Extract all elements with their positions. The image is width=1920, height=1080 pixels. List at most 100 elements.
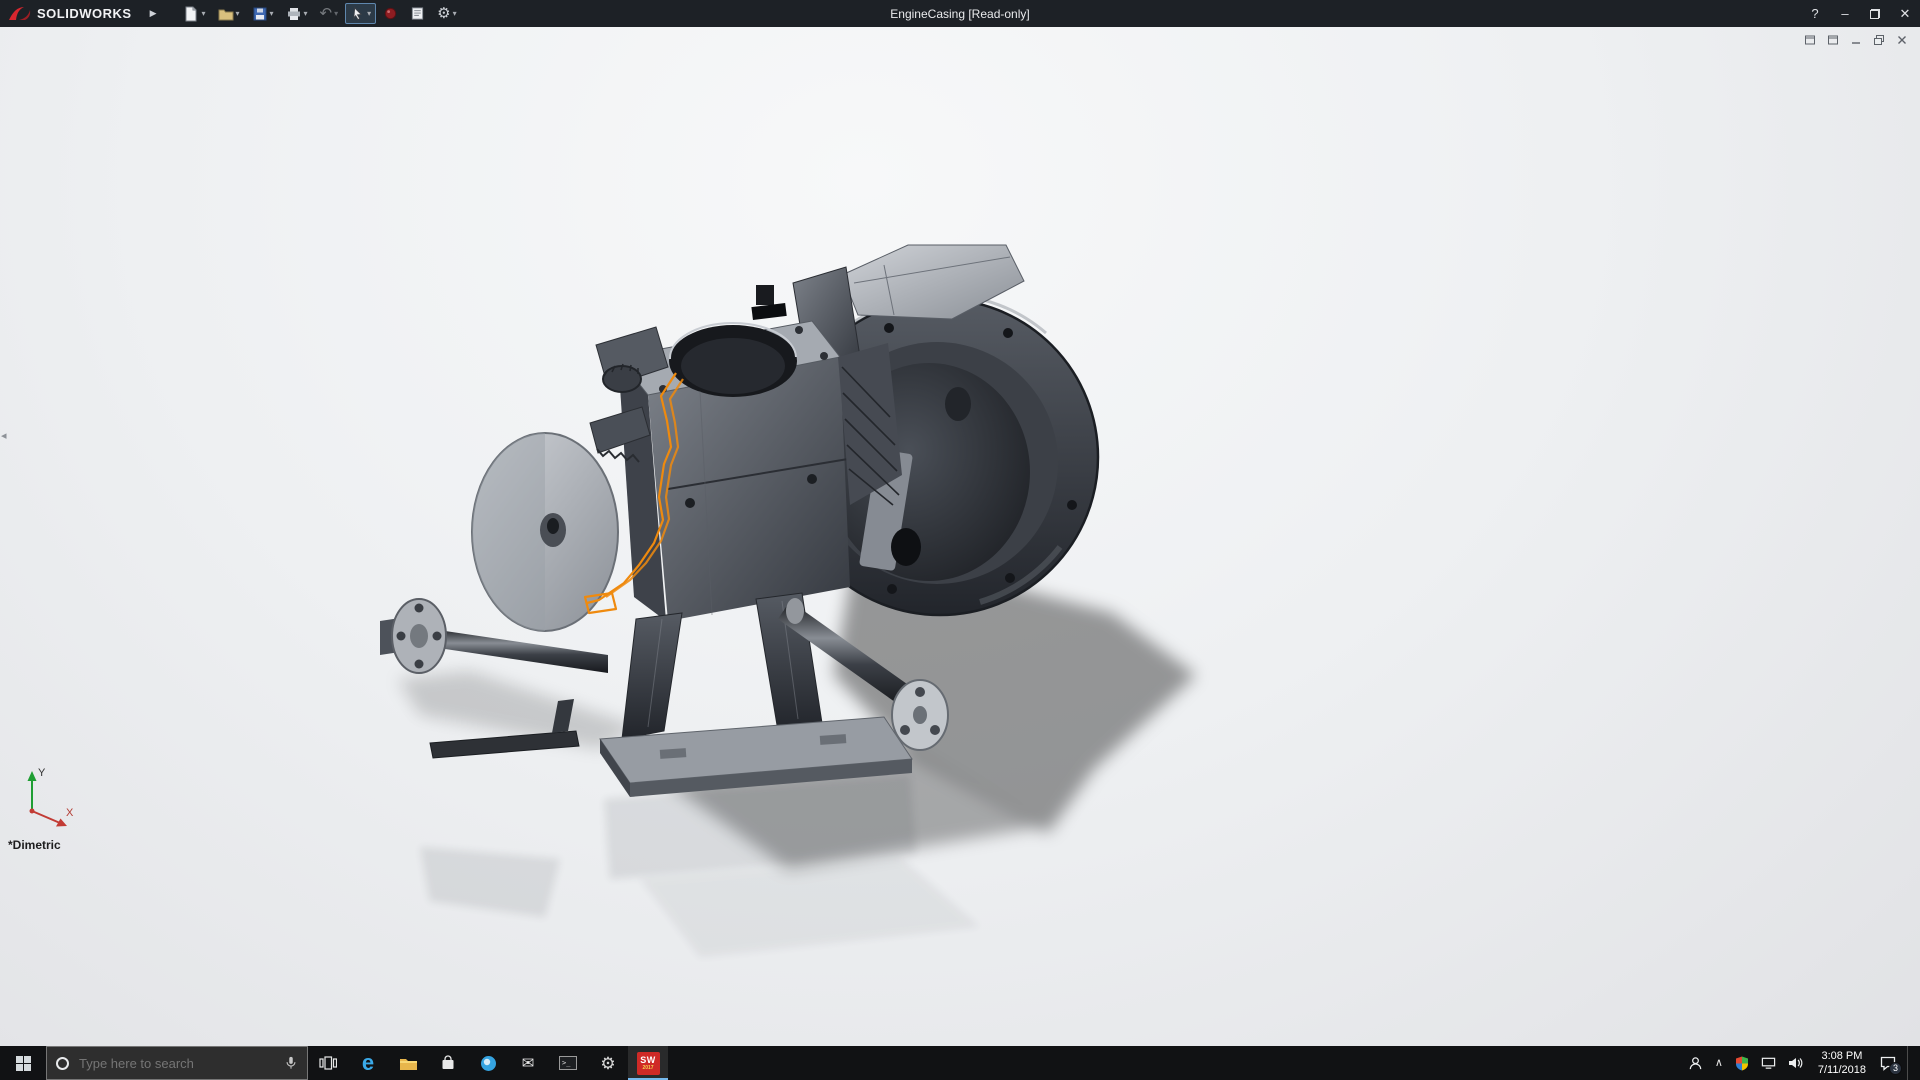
document-minimize-icon: [1852, 41, 1860, 44]
clock[interactable]: 3:08 PM 7/11/2018: [1815, 1049, 1869, 1078]
store-bag-icon: [442, 1055, 454, 1069]
save-button[interactable]: ▾: [247, 3, 279, 25]
solidworks-taskbar-button[interactable]: SW 2017: [628, 1046, 668, 1080]
triad-z-axis[interactable]: [29, 808, 35, 814]
select-cursor-icon: [353, 6, 363, 21]
document-window-button[interactable]: [1802, 32, 1818, 47]
minimize-button[interactable]: –: [1830, 0, 1860, 27]
restore-icon: [1870, 8, 1880, 19]
titlebar: SOLIDWORKS ▶ ▾ ▾ ▾ ▾ ↶ ▾ ▾ ⚙ ▾ EngineCas…: [0, 0, 1920, 27]
properties-sheet-icon: [412, 7, 424, 20]
microphone-button[interactable]: [284, 1055, 298, 1071]
windows-logo-icon: [15, 1055, 31, 1071]
panel-arrow-icon: ◂: [1, 430, 7, 442]
browser-button[interactable]: [468, 1046, 508, 1080]
security-shield-icon: [1735, 1056, 1748, 1070]
view-orientation-label: *Dimetric: [8, 838, 61, 852]
security-shield-button[interactable]: [1734, 1056, 1750, 1071]
toolbar-flyout-button[interactable]: ▶: [142, 0, 165, 27]
search-input[interactable]: [77, 1054, 276, 1072]
volume-icon: [1788, 1058, 1803, 1068]
mail-button[interactable]: ✉: [508, 1046, 548, 1080]
close-button[interactable]: ✕: [1890, 0, 1920, 27]
taskbar: e ✉ >_ ⚙ SW 2017: [0, 1046, 1920, 1080]
browser-icon: [480, 1055, 496, 1071]
clock-date: 7/11/2018: [1817, 1064, 1866, 1076]
new-document-icon: [185, 6, 197, 21]
dropdown-arrow-icon[interactable]: ▾: [304, 9, 308, 18]
settings-button[interactable]: ⚙: [588, 1046, 628, 1080]
dropdown-arrow-icon[interactable]: ▾: [334, 9, 338, 18]
document-properties-button[interactable]: [405, 3, 430, 24]
file-explorer-icon: [399, 1058, 417, 1070]
clock-time: 3:08 PM: [1821, 1049, 1863, 1062]
chevron-up-icon: ∧: [1714, 1056, 1723, 1069]
store-button[interactable]: [428, 1046, 468, 1080]
task-view-button[interactable]: [308, 1046, 348, 1080]
graphics-area[interactable]: Y X *Dimetric ◂: [0, 27, 1920, 1046]
start-button[interactable]: [0, 1046, 46, 1080]
document-close-icon: [1898, 35, 1906, 44]
triad-x-label: X: [66, 807, 74, 819]
document-restore-button[interactable]: [1871, 32, 1887, 47]
tray-overflow-button[interactable]: ∧: [1714, 1056, 1724, 1069]
people-icon: [1689, 1056, 1702, 1069]
window-title: EngineCasing [Read-only]: [890, 6, 1030, 21]
document-window-button[interactable]: [1825, 32, 1841, 47]
undo-icon: ↶: [319, 5, 333, 22]
dropdown-arrow-icon[interactable]: ▾: [453, 9, 457, 18]
people-button[interactable]: [1687, 1056, 1704, 1071]
appearance-sphere-icon: [385, 7, 397, 20]
edge-icon: e: [361, 1050, 375, 1075]
close-icon: ✕: [1899, 5, 1911, 21]
task-view-icon: [319, 1056, 337, 1070]
document-close-button[interactable]: [1894, 32, 1910, 47]
minimize-icon: –: [1841, 6, 1849, 21]
window-controls: ? – ✕: [1800, 0, 1920, 27]
triad-y-arrow[interactable]: [27, 771, 37, 781]
engine-casing-model[interactable]: [0, 27, 1920, 1046]
solidworks-logo-mark: [9, 7, 31, 20]
appearance-button[interactable]: [378, 3, 403, 24]
settings-gear-icon: ⚙: [600, 1053, 616, 1073]
mail-icon: ✉: [521, 1055, 535, 1072]
help-button[interactable]: ?: [1800, 0, 1830, 27]
options-gear-icon: ⚙: [437, 5, 451, 22]
document-restore-icon: [1874, 34, 1884, 45]
new-document-button[interactable]: ▾: [178, 3, 210, 25]
triad-y-label: Y: [38, 767, 46, 779]
volume-button[interactable]: [1787, 1056, 1805, 1070]
panel-collapse-arrow[interactable]: ◂: [0, 431, 8, 442]
options-button[interactable]: ⚙ ▾: [432, 3, 461, 24]
dropdown-arrow-icon[interactable]: ▾: [270, 9, 274, 18]
solidworks-logo: SOLIDWORKS: [0, 5, 142, 22]
network-button[interactable]: [1760, 1056, 1777, 1070]
print-icon: [287, 7, 300, 20]
document-window-icon: [1828, 35, 1838, 44]
command-prompt-icon: >_: [559, 1056, 577, 1070]
select-tool-button[interactable]: ▾: [345, 3, 377, 24]
notification-badge: 3: [1889, 1061, 1902, 1075]
edge-button[interactable]: e: [348, 1046, 388, 1080]
restore-button[interactable]: [1860, 0, 1890, 27]
cortana-icon: [56, 1056, 69, 1070]
orientation-triad[interactable]: Y X: [14, 763, 78, 833]
dropdown-arrow-icon[interactable]: ▾: [201, 9, 205, 18]
taskbar-search[interactable]: [46, 1046, 308, 1080]
dropdown-arrow-icon[interactable]: ▾: [367, 9, 371, 18]
action-center-button[interactable]: 3: [1879, 1056, 1902, 1075]
undo-button[interactable]: ↶ ▾: [315, 3, 344, 24]
network-icon: [1761, 1057, 1776, 1069]
microphone-icon: [286, 1056, 296, 1069]
solidworks-logo-text: SOLIDWORKS: [37, 6, 132, 21]
dropdown-arrow-icon[interactable]: ▾: [236, 9, 240, 18]
print-button[interactable]: ▾: [281, 3, 313, 25]
document-window-icon: [1805, 35, 1815, 44]
command-prompt-button[interactable]: >_: [548, 1046, 588, 1080]
show-desktop-button[interactable]: [1907, 1046, 1920, 1080]
save-floppy-icon: [253, 7, 267, 20]
document-minimize-button[interactable]: [1848, 32, 1864, 47]
open-document-button[interactable]: ▾: [213, 3, 245, 25]
document-window-controls: [1802, 32, 1910, 47]
file-explorer-button[interactable]: [388, 1046, 428, 1080]
